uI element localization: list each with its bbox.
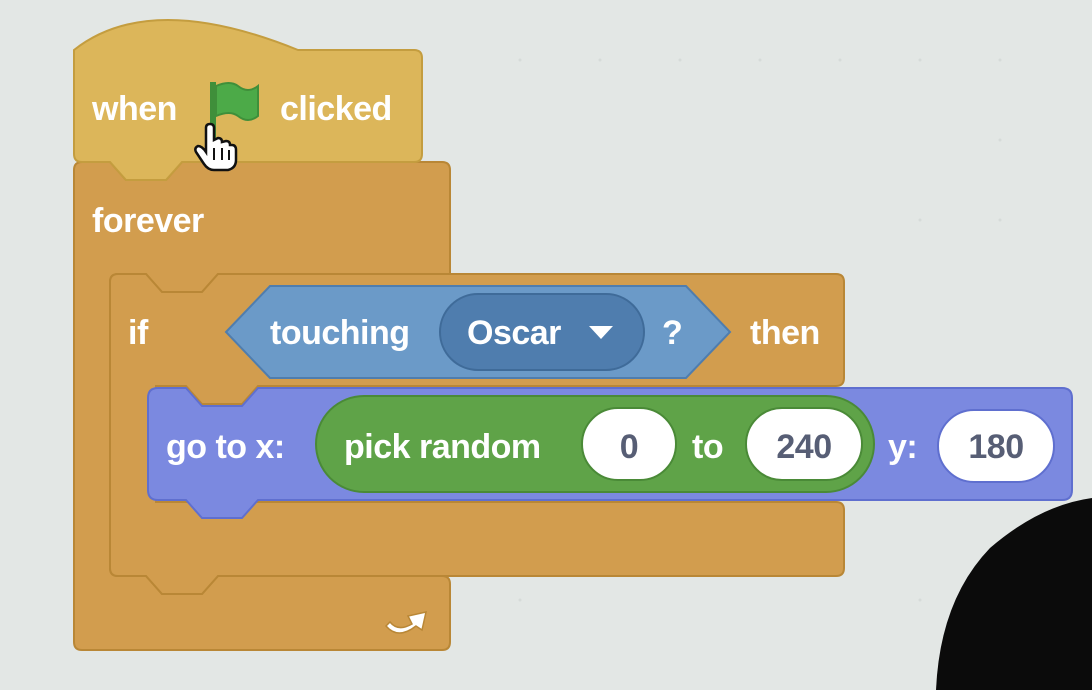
y-value: 180 bbox=[968, 428, 1023, 466]
pick-random-label: pick random bbox=[344, 428, 541, 466]
then-label: then bbox=[750, 314, 820, 352]
presenter-silhouette bbox=[936, 498, 1092, 690]
random-to-value: 240 bbox=[776, 428, 831, 466]
when-flag-clicked-block[interactable]: when clicked bbox=[73, 19, 423, 181]
code-area: forever if then touching Oscar ? go to x… bbox=[0, 0, 1092, 690]
sprite-dropdown[interactable]: Oscar bbox=[439, 293, 645, 371]
touching-block[interactable]: touching Oscar ? bbox=[224, 285, 732, 379]
dropdown-value: Oscar bbox=[467, 314, 561, 352]
when-label: when bbox=[91, 90, 177, 128]
go-to-x-label: go to x: bbox=[166, 428, 285, 466]
forever-label: forever bbox=[92, 202, 204, 240]
y-label: y: bbox=[888, 428, 917, 466]
question-mark: ? bbox=[662, 314, 682, 352]
random-to-label: to bbox=[692, 428, 723, 466]
random-from-input[interactable]: 0 bbox=[581, 407, 677, 481]
if-label: if bbox=[128, 314, 149, 352]
pick-random-block[interactable]: pick random 0 to 240 bbox=[315, 395, 875, 493]
y-input[interactable]: 180 bbox=[937, 409, 1055, 483]
touching-label: touching bbox=[270, 314, 410, 352]
random-from-value: 0 bbox=[620, 428, 638, 466]
clicked-label: clicked bbox=[280, 90, 392, 128]
script-canvas: forever if then touching Oscar ? go to x… bbox=[73, 19, 1092, 690]
random-to-input[interactable]: 240 bbox=[745, 407, 863, 481]
